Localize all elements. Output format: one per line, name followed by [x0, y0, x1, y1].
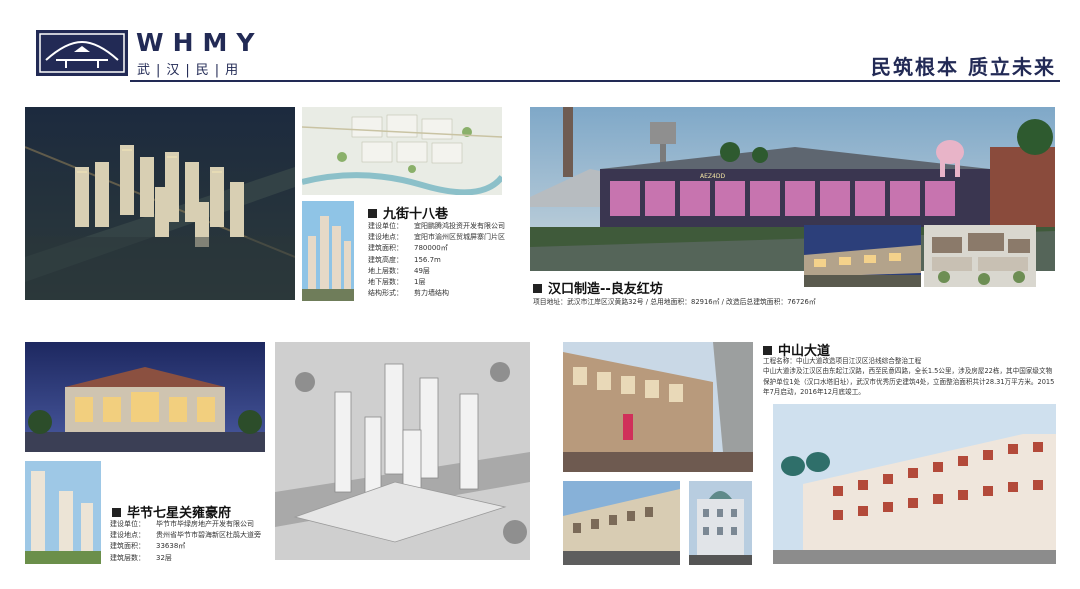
jiujie-info-list: 建设单位： 宜阳鹏腾鸿投资开发有限公司 建设地点： 宜阳市渝州区贸城屏寨门片区 建筑…	[368, 221, 505, 299]
jiujie-masterplan-photo	[302, 107, 502, 195]
list-item: 建筑面积： 33638㎡	[110, 542, 186, 551]
logo-text-en: WHMY	[136, 28, 264, 57]
zhongshan-description: 工程名称：中山大道改造项目江汉区沿线综合整治工程 中山大道涉及江汉区由东起江汉路…	[763, 357, 1055, 397]
list-item: 结构形式： 剪力墙结构	[368, 289, 449, 298]
hankou-inset-photo-1	[804, 225, 921, 287]
logo-mark	[36, 30, 128, 76]
jiujie-title-text: 九街十八巷	[383, 207, 449, 222]
jiujie-tower-photo	[302, 201, 354, 301]
list-item: 建设地点： 宜阳市渝州区贸城屏寨门片区	[368, 233, 505, 242]
list-item: 建筑面积： 780000㎡	[368, 244, 448, 253]
bijie-aerial-photo	[275, 342, 530, 560]
slogan: 民筑根本 质立未来	[871, 55, 1056, 79]
bullet-square-icon	[368, 209, 377, 218]
list-item: 地上层数： 49层	[368, 266, 430, 275]
header: WHMY 武|汉|民|用 民筑根本 质立未来	[0, 0, 1080, 90]
hankou-meta: 项目地址：武汉市江岸区汉黄路32号 / 总用地面积：82916㎡ / 改造后总建…	[533, 298, 816, 306]
bijie-facade-photo	[25, 342, 265, 452]
jiujie-title: 九街十八巷	[368, 203, 448, 222]
list-item: 建筑层数： 32层	[110, 553, 172, 562]
bullet-square-icon	[763, 346, 772, 355]
list-item: 建设地点： 贵州省毕节市碧海新区杜鹃大道旁	[110, 531, 261, 540]
hankou-title-text: 汉口制造--良友红坊	[548, 282, 663, 297]
hankou-inset-photo-2	[924, 225, 1036, 287]
list-item: 建设单位： 宜阳鹏腾鸿投资开发有限公司	[368, 222, 505, 230]
logo-text-cn: 武|汉|民|用	[137, 63, 245, 78]
bullet-square-icon	[112, 508, 121, 517]
list-item: 建设单位： 毕节市毕绿房地产开发有限公司	[110, 520, 254, 528]
hankou-title: 汉口制造--良友红坊	[533, 278, 663, 297]
zhongshan-street-photo	[563, 342, 753, 472]
header-divider	[130, 80, 1060, 82]
zhongshan-facade-photo	[773, 404, 1056, 564]
list-item: 建筑高度： 156.7m	[368, 255, 441, 264]
bijie-info-list: 建设单位： 毕节市毕绿房地产开发有限公司 建设地点： 贵州省毕节市碧海新区杜鹃大道旁…	[110, 519, 261, 564]
zhongshan-corner-photo	[563, 481, 680, 565]
hankou-sign-text: AEZ4DD	[700, 173, 725, 180]
jiujie-aerial-photo	[25, 107, 295, 300]
bijie-tower-photo	[25, 461, 101, 564]
list-item: 地下层数： 1层	[368, 278, 426, 287]
zhongshan-tower-photo	[689, 481, 752, 565]
bullet-square-icon	[533, 284, 542, 293]
